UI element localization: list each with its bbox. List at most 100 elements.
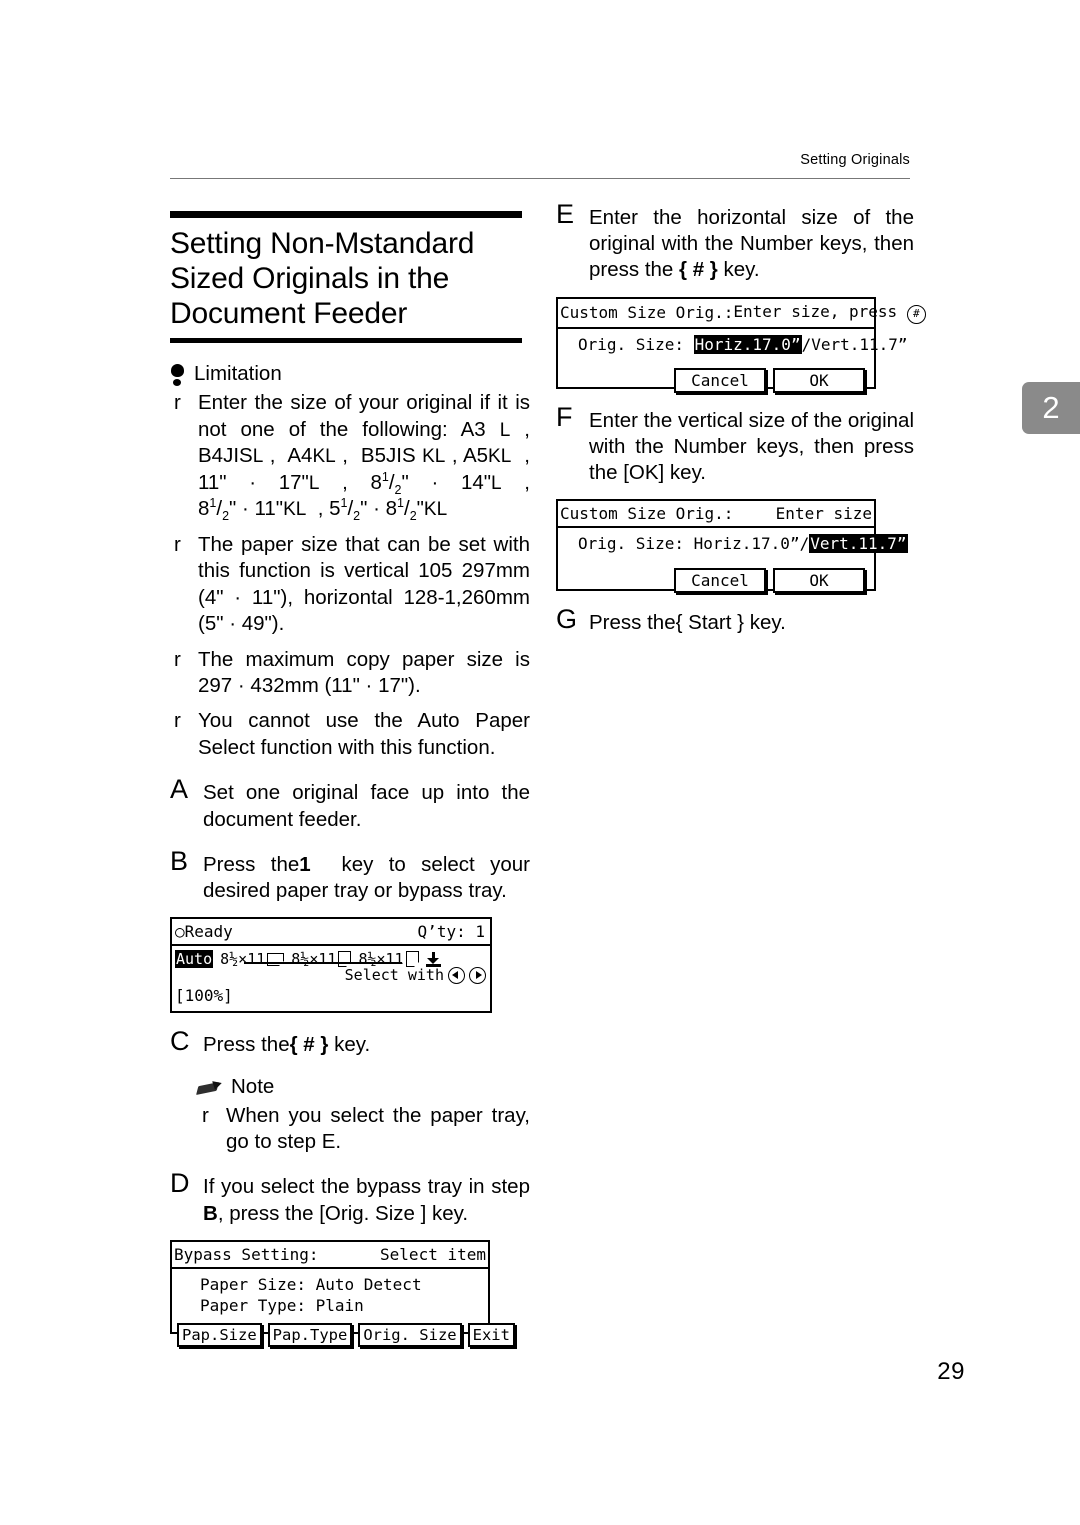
limitation-heading-label: Limitation	[194, 362, 282, 386]
lcd-body: Orig. Size: Horiz.17.0”/Vert.11.7”	[558, 329, 908, 360]
step-f: F Enter the vertical size of the origina…	[556, 403, 914, 487]
bullet-mark: r	[174, 709, 181, 733]
horizontal-size-field[interactable]: Horiz.17.0”	[694, 534, 800, 553]
setting-label: Paper Size:	[200, 1274, 306, 1294]
step-letter: F	[556, 401, 573, 432]
limitation-heading: Limitation	[170, 362, 530, 387]
lcd-titlebar: Custom Size Orig.: Enter size, press #	[558, 299, 926, 329]
cancel-button[interactable]: Cancel	[674, 368, 766, 394]
horizontal-size-field[interactable]: Horiz.17.0”	[693, 334, 802, 354]
step-text: If you select the bypass tray in step B,…	[203, 1175, 530, 1225]
orig-size-label: Orig. Size:	[578, 534, 684, 554]
step-letter: A	[170, 774, 189, 805]
title-rule-bottom	[170, 338, 522, 344]
lcd-custom-size-vertical: Custom Size Orig.: Enter size Orig. Size…	[556, 499, 908, 593]
title-rule-top	[170, 211, 522, 218]
vertical-size-field[interactable]: Vert.11.7”	[809, 534, 908, 554]
step-text: Set one original face up into the docume…	[203, 781, 530, 831]
setting-value: Plain	[315, 1296, 364, 1316]
key-label: [Orig. Size ]	[319, 1201, 427, 1225]
status-text: ○Ready	[175, 922, 233, 942]
tray-selection-row: Auto 8½×11 8½×11 8½×11	[172, 946, 490, 969]
orig-size-button[interactable]: Orig. Size	[358, 1323, 462, 1348]
arrow-left-icon[interactable]	[448, 966, 465, 984]
limitation-list: r Enter the size of your original if it …	[170, 390, 530, 761]
setting-label: Paper Type:	[200, 1296, 306, 1316]
paper-portrait-icon	[338, 951, 352, 968]
tray-option-1[interactable]: 8½×11	[220, 950, 285, 968]
lcd-hint: Enter size	[775, 504, 872, 524]
step-letter: C	[170, 1026, 190, 1057]
hash-key-icon: #	[906, 304, 926, 324]
step-letter: E	[556, 199, 575, 229]
note-pencil-icon	[198, 1079, 222, 1099]
right-column: E Enter the horizontal size of the origi…	[556, 201, 926, 637]
lcd-titlebar: Custom Size Orig.: Enter size	[558, 501, 874, 529]
step-letter: D	[170, 1168, 190, 1199]
bullet-mark: r	[174, 647, 181, 671]
step-text: Press the1 key to select your desired pa…	[203, 852, 530, 903]
step-text: Enter the horizontal size of the origina…	[589, 206, 914, 282]
key-label: { # }	[679, 258, 718, 282]
chapter-tab: 2	[1022, 382, 1080, 434]
orig-size-row: Orig. Size: Horiz.17.0”/Vert.11.7”	[564, 334, 908, 356]
lcd-custom-size-horizontal: Custom Size Orig.: Enter size, press # O…	[556, 296, 926, 394]
exit-button[interactable]: Exit	[467, 1323, 515, 1348]
step-letter: B	[170, 845, 189, 876]
lcd-divider	[244, 962, 402, 965]
left-column: Setting Non-Mstandard Sized Originals in…	[170, 205, 530, 1348]
orig-size-label: Orig. Size:	[578, 334, 684, 354]
ok-button[interactable]: OK	[773, 568, 865, 593]
setting-row: Paper Size: Auto Detect	[178, 1274, 482, 1296]
lcd-body: Paper Size: Auto Detect Paper Type: Plai…	[172, 1269, 488, 1321]
size-separator: /	[801, 334, 812, 354]
setting-value: Auto Detect	[315, 1274, 422, 1294]
lcd-hint: Select item	[380, 1244, 486, 1264]
vertical-size-field[interactable]: Vert.11.7”	[811, 335, 907, 354]
key-label: { # }	[289, 1033, 329, 1057]
bypass-tray-icon[interactable]	[425, 951, 441, 967]
step-c: C Press the{ # } key.	[170, 1028, 530, 1058]
lcd-title: Custom Size Orig.:	[560, 504, 734, 524]
limitation-item-text: You cannot use the Auto Paper Select fun…	[198, 709, 530, 759]
key-label: { Start }	[675, 611, 744, 635]
bullet-mark: r	[174, 532, 181, 556]
list-item: r When you select the paper tray, go to …	[198, 1103, 530, 1156]
list-item: r You cannot use the Auto Paper Select f…	[170, 708, 530, 761]
lcd-button-row: Pap.Size Pap.Type Orig. Size Exit	[172, 1321, 515, 1352]
page-title: Setting Non-Mstandard Sized Originals in…	[170, 227, 475, 330]
step-text: Press the{ # } key.	[203, 1033, 371, 1057]
limitation-item-text: The paper size that can be set with this…	[198, 532, 530, 636]
paper-size-button[interactable]: Pap.Size	[177, 1323, 262, 1348]
ok-button[interactable]: OK	[773, 368, 865, 394]
cancel-button[interactable]: Cancel	[674, 568, 766, 593]
lcd-ready-screen: ○Ready Q’ty: 1 Auto 8½×11 8½×11 8½×11 Se…	[170, 917, 492, 1014]
step-text: Press the{ Start } key.	[589, 611, 786, 635]
step-letter: G	[556, 604, 578, 635]
lcd-button-row: Cancel OK	[558, 359, 874, 398]
step-text: Enter the vertical size of the original …	[589, 408, 914, 485]
arrow-right-icon[interactable]	[469, 966, 486, 984]
paper-type-button[interactable]: Pap.Type	[267, 1323, 353, 1348]
list-item: r The paper size that can be set with th…	[170, 532, 530, 638]
lcd-titlebar: ○Ready Q’ty: 1	[172, 919, 490, 947]
tray-option-2[interactable]: 8½×11	[291, 950, 352, 968]
note-heading: Note	[198, 1075, 530, 1099]
note-item-text: When you select the paper tray, go to st…	[226, 1103, 530, 1153]
bullet-mark: r	[202, 1103, 209, 1127]
running-head: Setting Originals	[800, 152, 910, 168]
quantity-display: Q’ty: 1	[417, 922, 485, 942]
auto-paper-badge[interactable]: Auto	[175, 950, 214, 969]
note-heading-label: Note	[231, 1074, 275, 1098]
zoom-ratio: [100%]	[175, 986, 233, 1006]
note-list: r When you select the paper tray, go to …	[198, 1103, 530, 1156]
size-separator: /	[799, 534, 810, 554]
limitation-icon	[170, 364, 185, 387]
step-a: A Set one original face up into the docu…	[170, 776, 530, 832]
page-number: 29	[937, 1358, 965, 1385]
step-b: B Press the1 key to select your desired …	[170, 847, 530, 904]
select-with-hint: Select with	[172, 966, 490, 984]
lcd-title: Custom Size Orig.:	[560, 303, 734, 323]
lcd-titlebar: Bypass Setting: Select item	[172, 1242, 488, 1269]
setting-row: Paper Type: Plain	[178, 1295, 482, 1317]
